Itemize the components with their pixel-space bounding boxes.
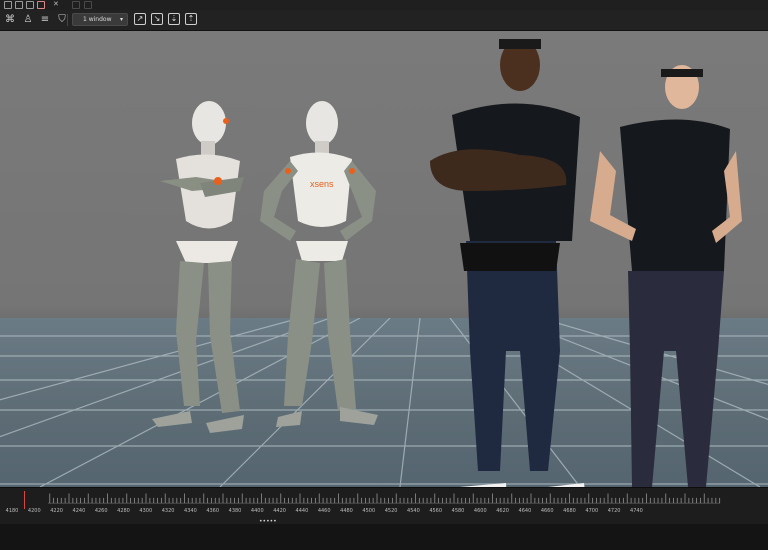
mannequin-avatar-left — [152, 101, 244, 433]
timeline-tick-label: 4600 — [473, 508, 487, 514]
timeline-playhead[interactable] — [24, 491, 25, 509]
timeline-tick-label: 4700 — [585, 508, 599, 514]
window-layout-select[interactable]: 1 window ▾ — [72, 13, 128, 26]
timeline-tick-label: 4740 — [630, 508, 643, 514]
timeline-ruler[interactable] — [0, 490, 768, 504]
timeline-tick-label: 4400 — [250, 508, 264, 514]
toolbar-divider — [67, 14, 68, 26]
network-icon[interactable]: ⌘ — [3, 13, 17, 27]
timeline-tick-label: 4200 — [27, 508, 41, 514]
timeline-tick-label: 4260 — [94, 508, 108, 514]
timeline-tick-label: 4480 — [340, 508, 353, 514]
save-icon[interactable] — [26, 1, 34, 9]
timeline-tick-label: 4540 — [407, 508, 420, 514]
3d-view-icon[interactable]: ≡ — [38, 13, 52, 27]
toolbar: ⌘ ♙ ≡ ⛉ 1 window ▾ ↗ ↘ ⇣ ⇡ — [0, 10, 768, 31]
timeline-tick-label: 4620 — [496, 508, 509, 514]
timeline-tick-label: 4360 — [206, 508, 220, 514]
timeline-tick-label: 4460 — [317, 508, 331, 514]
record-file-icon[interactable] — [37, 1, 45, 9]
actor-woman — [590, 65, 742, 487]
timeline-tick-label: 4320 — [161, 508, 175, 514]
mvn-app-window: ✕ ⌘ ♙ ≡ ⛉ 1 window ▾ ↗ ↘ ⇣ ⇡ xsens 4180 … — [0, 0, 768, 550]
timeline-tick-label: 4440 — [295, 508, 309, 514]
status-bar — [0, 524, 768, 550]
timeline-tick-label: 4380 — [228, 508, 242, 514]
timeline-tick-label: 4720 — [607, 508, 621, 514]
actor-man — [430, 39, 585, 487]
timeline-tick-label: 4640 — [518, 508, 532, 514]
expand-icon[interactable]: ✕ — [53, 1, 61, 9]
suit-logo-text: xsens — [310, 179, 334, 189]
timeline-tick-label: 4240 — [72, 508, 86, 514]
timeline-tick-label: 4180 — [5, 508, 19, 514]
mannequin-avatar-right: xsens — [260, 101, 378, 427]
timeline-tick-label: 4340 — [184, 508, 197, 514]
chevron-down-icon: ▾ — [119, 16, 123, 23]
scene-figures: xsens — [152, 39, 742, 487]
timeline-tick-label: 4680 — [563, 508, 576, 514]
new-file-icon[interactable] — [4, 1, 12, 9]
timeline-tick-label: 4280 — [117, 508, 130, 514]
3d-viewport[interactable]: xsens — [0, 31, 768, 487]
redo-icon[interactable] — [84, 1, 92, 9]
scale-tool-icon[interactable]: ↘ — [151, 13, 163, 25]
timeline[interactable]: 4180 4200 4220 4240 4260 4280 4300 4320 4340 4360… — [0, 487, 768, 525]
export-icon[interactable]: ⇡ — [185, 13, 197, 25]
undo-icon[interactable] — [72, 1, 80, 9]
timeline-tick-label: 4420 — [273, 508, 286, 514]
timeline-tick-label: 4520 — [384, 508, 398, 514]
timeline-tick-label: 4500 — [362, 508, 376, 514]
timeline-tick-label: 4300 — [139, 508, 153, 514]
edit-tool-icon[interactable]: ↗ — [134, 13, 146, 25]
import-icon[interactable]: ⇣ — [168, 13, 180, 25]
window-layout-value: 1 window — [83, 16, 112, 23]
timeline-tick-label: 4560 — [429, 508, 443, 514]
timeline-tick-label: 4220 — [50, 508, 63, 514]
timeline-tick-label: 4580 — [451, 508, 465, 514]
open-file-icon[interactable] — [15, 1, 23, 9]
person-icon[interactable]: ♙ — [21, 13, 35, 27]
timeline-tick-label: 4660 — [540, 508, 554, 514]
